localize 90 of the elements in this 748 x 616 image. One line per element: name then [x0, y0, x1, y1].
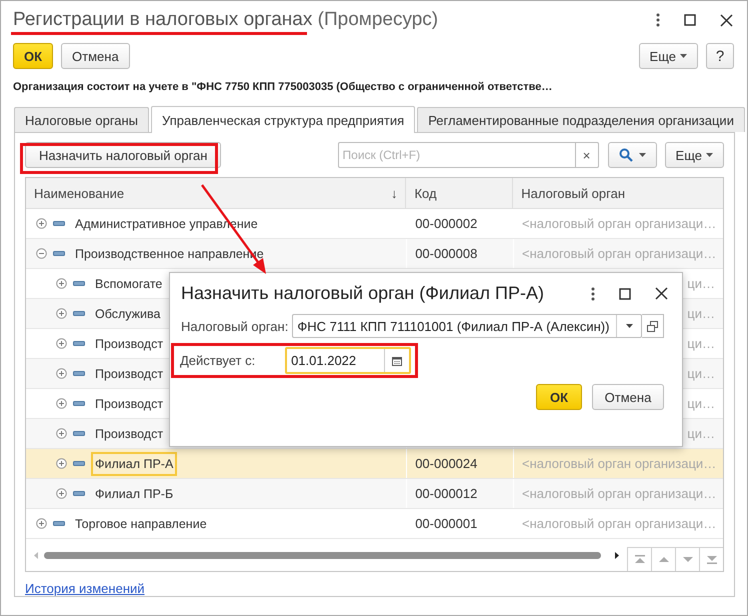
- column-header[interactable]: Код: [406, 178, 514, 208]
- tax-organ-field[interactable]: ФНС 7111 КПП 711101001 (Филиал ПР-А (Алексин)): [292, 314, 642, 338]
- expand-icon[interactable]: [56, 458, 67, 469]
- table-cell: ци…: [687, 276, 716, 291]
- table-cell: <налоговый орган организаци…: [522, 456, 716, 471]
- tab[interactable]: Управленческая структура предприятия: [151, 106, 416, 133]
- open-icon: [647, 320, 658, 332]
- table-cell: <налоговый орган организаци…: [522, 486, 716, 501]
- column-header[interactable]: Налоговый орган: [513, 178, 723, 208]
- scrollbar[interactable]: [44, 552, 601, 558]
- item-icon: [53, 251, 65, 256]
- expand-icon[interactable]: [56, 308, 67, 319]
- history-link[interactable]: История изменений: [25, 581, 145, 596]
- tree-item[interactable]: Производст: [95, 396, 164, 410]
- help-button[interactable]: ?: [706, 43, 734, 70]
- date-field[interactable]: 01.01.2022: [285, 347, 411, 374]
- maximize-icon[interactable]: [619, 288, 631, 300]
- table-cell: <налоговый орган организаци…: [522, 516, 716, 531]
- item-icon: [53, 521, 65, 526]
- item-icon: [73, 311, 85, 316]
- caret-icon: [638, 153, 646, 157]
- tree-item[interactable]: Торговое направление: [75, 516, 207, 530]
- more-button[interactable]: Еще: [664, 142, 724, 168]
- down-icon[interactable]: [675, 547, 699, 571]
- more-button[interactable]: Еще: [638, 43, 698, 70]
- expand-icon[interactable]: [56, 488, 67, 499]
- caret-icon: [706, 153, 713, 157]
- table-cell: 00-000002: [415, 216, 478, 231]
- item-icon: [53, 221, 65, 226]
- more-icon[interactable]: [656, 13, 660, 28]
- up-icon[interactable]: [651, 547, 675, 571]
- expand-icon[interactable]: [56, 338, 67, 349]
- ok-button[interactable]: ОК: [536, 384, 582, 410]
- first-icon[interactable]: [627, 547, 651, 571]
- ok-button[interactable]: ОК: [13, 43, 54, 70]
- dialog-title: Назначить налоговый орган (Филиал ПР-А): [181, 283, 544, 304]
- table-cell: <налоговый орган организаци…: [522, 246, 716, 261]
- expand-icon[interactable]: [56, 368, 67, 379]
- close-icon[interactable]: [720, 14, 733, 27]
- maximize-icon[interactable]: [684, 14, 696, 26]
- table-cell: ци…: [687, 426, 716, 441]
- table-cell: 00-000008: [415, 246, 478, 261]
- caret-icon: [680, 54, 687, 58]
- search-field[interactable]: Поиск (Ctrl+F): [338, 142, 576, 168]
- expand-icon[interactable]: [56, 428, 67, 439]
- table-cell: 00-000012: [415, 486, 478, 501]
- more-icon[interactable]: [591, 286, 595, 300]
- last-icon[interactable]: [699, 547, 723, 571]
- column-header[interactable]: Наименование ↓: [26, 178, 406, 208]
- scroll-right-icon[interactable]: [615, 552, 619, 558]
- tree-item[interactable]: Производст: [95, 366, 164, 380]
- tab[interactable]: Налоговые органы: [14, 107, 150, 132]
- tree-item[interactable]: Филиал ПР-А: [91, 452, 178, 476]
- calendar-icon[interactable]: [392, 356, 402, 366]
- info-text: Организация состоит на учете в "ФНС 7750 КПП 775003035 (Общество с ограниченной ответстве…: [12, 80, 554, 95]
- tree-item[interactable]: Производст: [95, 426, 164, 440]
- tree-item[interactable]: Вспомогате: [95, 276, 162, 290]
- expand-icon[interactable]: [56, 278, 67, 289]
- item-icon: [73, 401, 85, 406]
- open-button[interactable]: [642, 314, 664, 338]
- item-icon: [73, 461, 85, 466]
- search-button[interactable]: [608, 142, 657, 168]
- table-cell: 00-000001: [415, 516, 478, 531]
- collapse-icon[interactable]: [36, 248, 47, 259]
- cancel-button[interactable]: Отмена: [592, 384, 664, 410]
- field-label: Действует с:: [180, 353, 256, 368]
- search-icon: [618, 148, 633, 162]
- field-label: Налоговый орган:: [181, 318, 288, 334]
- close-icon[interactable]: [655, 287, 668, 300]
- table-cell: ци…: [687, 366, 716, 381]
- item-icon: [73, 341, 85, 346]
- table-cell: ци…: [687, 306, 716, 321]
- clear-button[interactable]: ×: [576, 142, 599, 168]
- item-icon: [73, 371, 85, 376]
- cancel-button[interactable]: Отмена: [61, 43, 130, 70]
- expand-icon[interactable]: [36, 218, 47, 229]
- item-icon: [73, 491, 85, 496]
- window-title: Регистрации в налоговых органах (Промресурс): [13, 9, 438, 32]
- table-cell: ци…: [687, 336, 716, 351]
- tree-item[interactable]: Производст: [95, 336, 164, 350]
- tree-item[interactable]: Обслужива: [95, 306, 160, 320]
- tab[interactable]: Регламентированные подразделения организации: [417, 107, 745, 132]
- table-cell: ци…: [687, 396, 716, 411]
- item-icon: [73, 281, 85, 286]
- expand-icon[interactable]: [36, 518, 47, 529]
- table-cell: <налоговый орган организаци…: [522, 216, 716, 231]
- table-cell: 00-000024: [415, 456, 478, 471]
- tree-item[interactable]: Филиал ПР-Б: [95, 486, 174, 500]
- expand-icon[interactable]: [56, 398, 67, 409]
- item-icon: [73, 431, 85, 436]
